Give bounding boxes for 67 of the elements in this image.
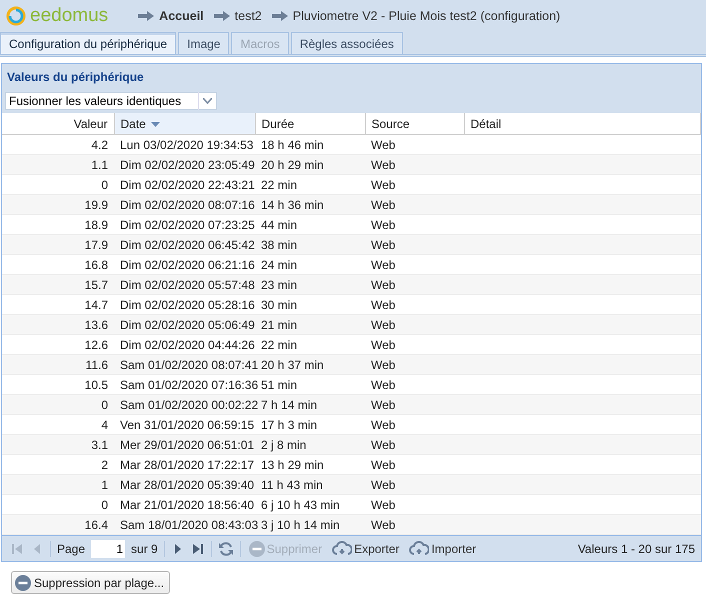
table-cell: Web <box>365 274 464 294</box>
table-cell: Web <box>365 234 464 254</box>
tab[interactable]: Image <box>178 32 230 54</box>
table-cell: 15.7 <box>2 274 114 294</box>
table-cell: 19.9 <box>2 194 114 214</box>
table-cell: Dim 02/02/2020 05:57:48 <box>114 274 255 294</box>
table-cell: 3.1 <box>2 434 114 454</box>
arrow-icon <box>214 10 230 20</box>
table-cell: 0 <box>2 394 114 414</box>
table-cell: 13.6 <box>2 314 114 334</box>
table-cell: Dim 02/02/2020 23:05:49 <box>114 154 255 174</box>
table-cell: Sam 01/02/2020 00:02:22 <box>114 394 255 414</box>
table-cell: 21 min <box>255 314 365 334</box>
table-cell: Web <box>365 194 464 214</box>
table-cell: Web <box>365 314 464 334</box>
table-cell: 2 j 8 min <box>255 434 365 454</box>
table-cell: 17.9 <box>2 234 114 254</box>
table-cell: Web <box>365 434 464 454</box>
column-header[interactable]: Durée <box>255 113 365 134</box>
page-count: sur 9 <box>131 542 158 556</box>
cloud-download-icon <box>332 540 352 556</box>
table-cell: Web <box>365 394 464 414</box>
breadcrumb-link[interactable]: test2 <box>234 8 262 22</box>
range-delete-button[interactable]: Suppression par plage... <box>11 571 170 594</box>
table-cell: 14 h 36 min <box>255 194 365 214</box>
tab[interactable]: Configuration du périphérique <box>0 32 176 54</box>
logo-icon <box>6 6 26 26</box>
table-cell: Web <box>365 354 464 374</box>
caret-icon <box>202 98 212 104</box>
page-label: Page <box>57 542 86 556</box>
table-cell: 16.4 <box>2 514 114 534</box>
tab[interactable]: Règles associées <box>290 32 403 54</box>
column-header[interactable]: Source <box>365 113 464 134</box>
arrow-icon <box>138 10 154 20</box>
table-cell: Dim 02/02/2020 08:07:16 <box>114 194 255 214</box>
table-cell: Dim 02/02/2020 05:06:49 <box>114 314 255 334</box>
table-cell: 11 h 43 min <box>255 474 365 494</box>
table-cell: Mer 29/01/2020 06:51:01 <box>114 434 255 454</box>
pager-summary: Valeurs 1 - 20 sur 175 <box>578 542 695 556</box>
table-cell: Web <box>365 474 464 494</box>
toolbar-button[interactable]: Exporter <box>330 540 402 556</box>
toolbar-button[interactable]: Importer <box>407 540 478 556</box>
sort-down-icon <box>150 122 160 127</box>
breadcrumb-link[interactable]: Pluviometre V2 - Pluie Mois test2 (configuration) <box>292 8 560 22</box>
table-cell: 38 min <box>255 234 365 254</box>
column-header[interactable]: Date <box>114 113 255 134</box>
table-cell: Web <box>365 154 464 174</box>
minus-circle-icon <box>15 574 31 590</box>
table-cell: 11.6 <box>2 354 114 374</box>
table-cell: 20 h 29 min <box>255 154 365 174</box>
arrow-icon <box>272 10 288 20</box>
table-cell: Dim 02/02/2020 06:45:42 <box>114 234 255 254</box>
table-cell: Web <box>365 514 464 534</box>
last-page-icon[interactable] <box>190 542 205 556</box>
breadcrumb-link[interactable]: Accueil <box>159 8 204 22</box>
merge-dropdown[interactable]: Fusionner les valeurs identiques <box>5 92 217 110</box>
minus-circle-icon <box>248 540 265 556</box>
table-cell: 23 min <box>255 274 365 294</box>
column-header[interactable]: Valeur <box>2 113 114 134</box>
cloud-upload-icon <box>409 540 430 556</box>
table-cell: 1 <box>2 474 114 494</box>
panel-title: Valeurs du périphérique <box>6 68 145 86</box>
table-cell: 1.1 <box>2 154 114 174</box>
table-cell: Mar 28/01/2020 05:39:40 <box>114 474 255 494</box>
refresh-icon[interactable] <box>218 540 234 556</box>
column-header[interactable]: Détail <box>464 113 700 134</box>
page-field[interactable]: 1 <box>91 540 126 558</box>
